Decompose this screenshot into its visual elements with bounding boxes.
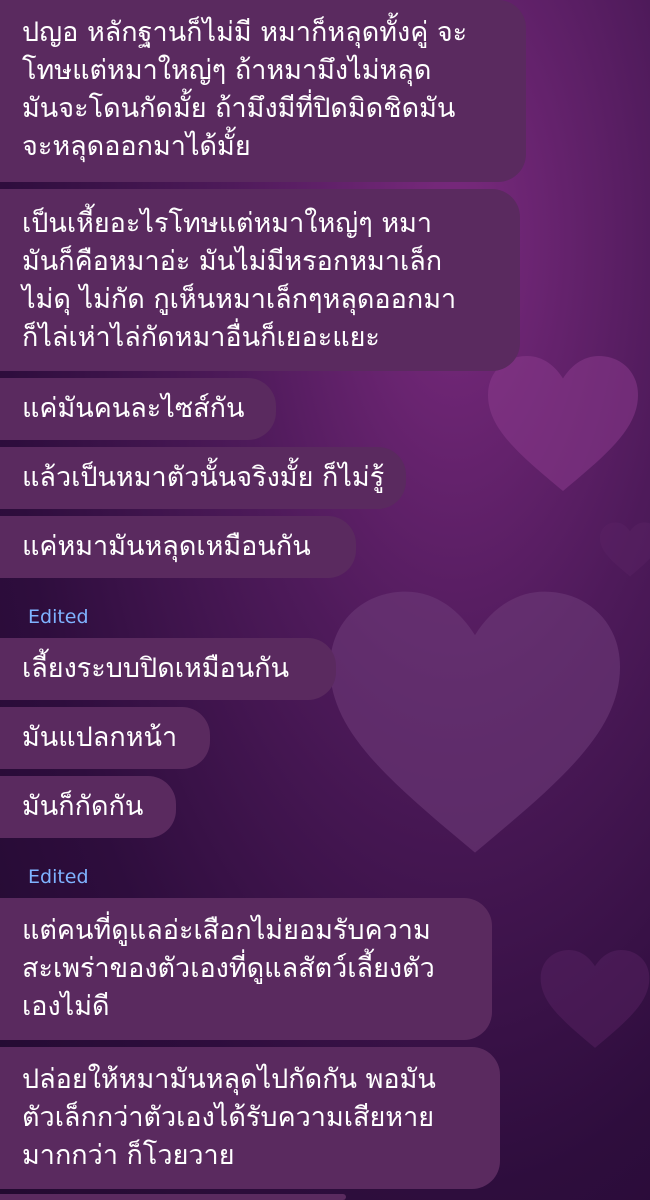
message-bubble[interactable]: เป็นเหี้ยอะไรโทษแต่หมาใหญ่ๆ หมา มันก็คือ…	[0, 189, 520, 371]
message-text: แค่มันคนละไซส์กัน	[22, 393, 245, 424]
message-text: เป็นเหี้ยอะไรโทษแต่หมาใหญ่ๆ หมา	[22, 208, 433, 239]
message-bubble[interactable]: ปล่อยให้หมามันหลุดไปกัดกัน พอมัน ตัวเล็ก…	[0, 1047, 500, 1189]
message-bubble[interactable]: แล้วเป็นหมาตัวนั้นจริงมั้ย ก็ไม่รู้	[0, 447, 406, 509]
message-text: ปญอ หลักฐานก็ไม่มี หมาก็หลุดทั้งคู่ จะ	[22, 17, 468, 48]
message-text: จะหลุดออกมาได้มั้ย	[22, 131, 251, 162]
message-text: สะเพร่าของตัวเองที่ดูแลสัตว์เลี้ยงตัว	[22, 953, 435, 984]
message-text: โทษแต่หมาใหญ่ๆ ถ้าหมามึงไม่หลุด	[22, 55, 432, 86]
message-text: มันก็กัดกัน	[22, 791, 144, 822]
message-bubble[interactable]: เลี้ยงระบบปิดเหมือนกัน	[0, 638, 336, 700]
edited-label: Edited	[28, 606, 89, 628]
chat-message-list[interactable]: ปญอ หลักฐานก็ไม่มี หมาก็หลุดทั้งคู่ จะ โ…	[0, 0, 650, 1200]
message-text: ไม่ดุ ไม่กัด กูเห็นหมาเล็กๆหลุดออกมา	[22, 284, 457, 315]
message-bubble[interactable]: แค่มันคนละไซส์กัน	[0, 378, 276, 440]
message-bubble[interactable]: มันแปลกหน้า	[0, 707, 210, 769]
message-text: เองไม่ดี	[22, 991, 110, 1022]
message-text: มากกว่า ก็โวยวาย	[22, 1140, 235, 1171]
message-text: ก็ไล่เห่าไล่กัดหมาอื่นก็เยอะแยะ	[22, 322, 380, 353]
message-bubble-partial[interactable]	[0, 1194, 346, 1200]
message-bubble[interactable]: มันก็กัดกัน	[0, 776, 176, 838]
message-bubble[interactable]: ปญอ หลักฐานก็ไม่มี หมาก็หลุดทั้งคู่ จะ โ…	[0, 0, 526, 182]
message-bubble[interactable]: แต่คนที่ดูแลอ่ะเสือกไม่ยอมรับความ สะเพร่…	[0, 898, 492, 1040]
message-bubble[interactable]: แค่หมามันหลุดเหมือนกัน	[0, 516, 356, 578]
message-text: เลี้ยงระบบปิดเหมือนกัน	[22, 653, 290, 684]
message-text: มันแปลกหน้า	[22, 722, 178, 753]
edited-label: Edited	[28, 866, 89, 888]
message-text: มันจะโดนกัดมั้ย ถ้ามึงมีที่ปิดมิดชิดมัน	[22, 93, 456, 124]
message-text: ตัวเล็กกว่าตัวเองได้รับความเสียหาย	[22, 1102, 435, 1133]
message-text: แต่คนที่ดูแลอ่ะเสือกไม่ยอมรับความ	[22, 915, 431, 946]
message-text: แค่หมามันหลุดเหมือนกัน	[22, 531, 311, 562]
message-text: แล้วเป็นหมาตัวนั้นจริงมั้ย ก็ไม่รู้	[22, 462, 385, 493]
message-text: มันก็คือหมาอ่ะ มันไม่มีหรอกหมาเล็ก	[22, 246, 443, 277]
message-text: ปล่อยให้หมามันหลุดไปกัดกัน พอมัน	[22, 1064, 436, 1095]
